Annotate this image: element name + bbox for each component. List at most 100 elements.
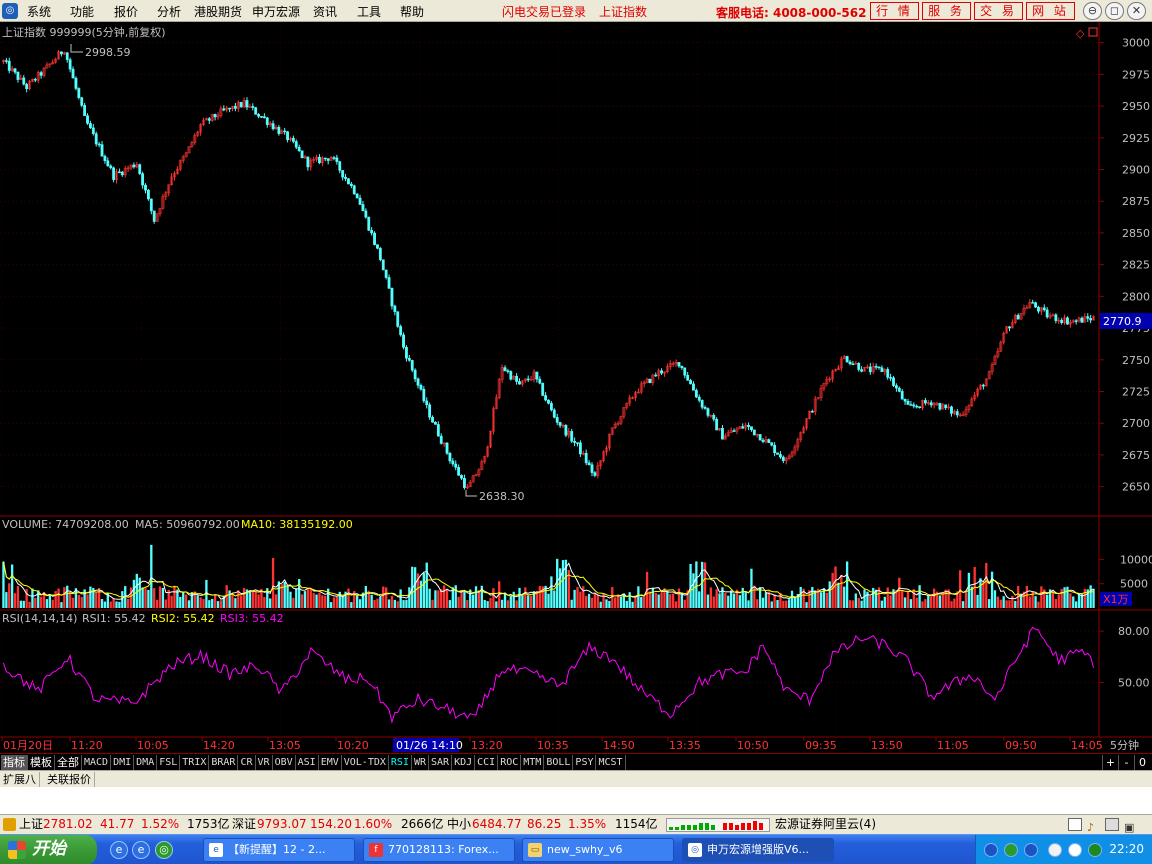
zoom-in-button[interactable]: + bbox=[1102, 755, 1118, 770]
app-logo-icon[interactable]: ◎ bbox=[2, 3, 18, 19]
menu-analysis[interactable]: 分析 bbox=[157, 3, 181, 20]
indicator-tab-kdj[interactable]: KDJ bbox=[452, 755, 476, 770]
volume-bar bbox=[953, 598, 956, 608]
settings-icon[interactable] bbox=[1105, 818, 1119, 831]
website-button[interactable]: 网 站 bbox=[1026, 2, 1075, 20]
ext-tab-8[interactable]: 扩展八 bbox=[0, 772, 40, 787]
candle-body bbox=[120, 171, 124, 176]
menu-quote[interactable]: 报价 bbox=[114, 3, 138, 20]
indicator-tab-rsi[interactable]: RSI bbox=[389, 755, 412, 770]
volume-bar bbox=[979, 578, 982, 608]
indicator-tab-brar[interactable]: BRAR bbox=[209, 755, 239, 770]
indicator-tab-模板[interactable]: 模板 bbox=[28, 755, 55, 770]
candle-body bbox=[326, 158, 330, 161]
indicator-tab-fsl[interactable]: FSL bbox=[157, 755, 181, 770]
volume-bar bbox=[2, 561, 5, 608]
taskbar-btn-reminder[interactable]: e 【新提醒】12 - 2... bbox=[203, 838, 355, 862]
volume-bar bbox=[242, 588, 246, 608]
trade-button[interactable]: 交 易 bbox=[974, 2, 1023, 20]
indicator-tab-vol-tdx[interactable]: VOL-TDX bbox=[342, 755, 389, 770]
volume-bar bbox=[712, 596, 715, 608]
volume-bar bbox=[153, 588, 156, 608]
volume-bar bbox=[848, 600, 852, 608]
indicator-tab-obv[interactable]: OBV bbox=[273, 755, 296, 770]
tray-arrow-icon[interactable] bbox=[1048, 843, 1062, 857]
volume-bar bbox=[785, 600, 788, 608]
volume-bar bbox=[840, 574, 843, 608]
menu-function[interactable]: 功能 bbox=[70, 3, 94, 20]
volume-bar bbox=[1069, 593, 1072, 608]
price-tick-label: 3000 bbox=[1122, 37, 1150, 50]
indicator-tab-cci[interactable]: CCI bbox=[475, 755, 499, 770]
zoom-out-button[interactable]: - bbox=[1118, 755, 1134, 770]
volume-bar bbox=[599, 601, 602, 608]
indicator-tab-cr[interactable]: CR bbox=[238, 755, 256, 770]
taskbar-btn-folder[interactable]: ▭ new_swhy_v6 bbox=[522, 838, 674, 862]
sh-label[interactable]: 上证 bbox=[19, 815, 43, 834]
candle-body bbox=[587, 462, 591, 466]
indicator-tab-roc[interactable]: ROC bbox=[498, 755, 522, 770]
menu-info[interactable]: 资讯 bbox=[313, 3, 337, 20]
indicator-tab-vr[interactable]: VR bbox=[256, 755, 273, 770]
tray-icon-5[interactable] bbox=[1088, 843, 1102, 857]
sound-icon[interactable]: ♪ bbox=[1087, 818, 1101, 834]
menu-hk-futures[interactable]: 港股期货 bbox=[194, 3, 242, 20]
volume-bar bbox=[77, 595, 80, 608]
zx-label[interactable]: 中小 bbox=[447, 815, 471, 834]
indicator-tab-wr[interactable]: WR bbox=[412, 755, 430, 770]
candle-body bbox=[750, 426, 753, 431]
volume-bar bbox=[89, 586, 92, 608]
alert-icon[interactable] bbox=[3, 818, 16, 831]
window-icon[interactable] bbox=[1068, 818, 1082, 831]
candle-body bbox=[141, 173, 145, 186]
volume-bar bbox=[39, 596, 43, 608]
indicator-tab-psy[interactable]: PSY bbox=[573, 755, 597, 770]
volume-bar bbox=[28, 601, 31, 608]
close-icon[interactable]: ✕ bbox=[1127, 2, 1146, 20]
indicator-tab-mtm[interactable]: MTM bbox=[521, 755, 545, 770]
ext-tab-related[interactable]: 关联报价 bbox=[44, 772, 95, 787]
menu-tools[interactable]: 工具 bbox=[357, 3, 381, 20]
nav-square-icon[interactable] bbox=[1088, 27, 1098, 37]
minimize-icon[interactable]: ⊖ bbox=[1083, 2, 1102, 20]
tray-icon-3[interactable] bbox=[1024, 843, 1038, 857]
lock-icon[interactable]: ▣ bbox=[1124, 818, 1138, 834]
tray-icon-1[interactable] bbox=[984, 843, 998, 857]
sz-amount: 2666亿 bbox=[401, 817, 444, 831]
indicator-tab-mcst[interactable]: MCST bbox=[596, 755, 626, 770]
menu-swhy[interactable]: 申万宏源 bbox=[252, 3, 300, 20]
indicator-tab-全部[interactable]: 全部 bbox=[55, 755, 82, 770]
volume-bar bbox=[988, 599, 991, 608]
kline-chart[interactable]: 上证指数 999999(5分钟,前复权) ◇ 3000 2975 2950 2925 2… bbox=[0, 22, 1152, 753]
indicator-tab-指标[interactable]: 指标 bbox=[1, 755, 28, 770]
indicator-tab-macd[interactable]: MACD bbox=[82, 755, 112, 770]
reset-button[interactable]: 0 bbox=[1134, 755, 1150, 770]
volume-bar bbox=[959, 570, 962, 608]
taskbar-btn-forex[interactable]: f 770128113: Forex... bbox=[363, 838, 515, 862]
browser-icon[interactable]: e bbox=[132, 841, 150, 859]
service-button[interactable]: 服 务 bbox=[922, 2, 971, 20]
tray-icon-2[interactable] bbox=[1004, 843, 1018, 857]
indicator-tab-sar[interactable]: SAR bbox=[429, 755, 453, 770]
time-tick-label: 13:05 bbox=[269, 739, 301, 752]
candle-body bbox=[384, 269, 388, 278]
indicator-tab-dmi[interactable]: DMI bbox=[111, 755, 135, 770]
menu-system[interactable]: 系统 bbox=[27, 3, 51, 20]
tray-icon-4[interactable] bbox=[1068, 843, 1082, 857]
indicator-tab-asi[interactable]: ASI bbox=[296, 755, 319, 770]
start-button[interactable]: 开始 bbox=[0, 835, 97, 864]
candle-body bbox=[358, 197, 362, 205]
ie-icon[interactable]: e bbox=[110, 841, 128, 859]
menu-help[interactable]: 帮助 bbox=[400, 3, 424, 20]
indicator-tab-trix[interactable]: TRIX bbox=[180, 755, 210, 770]
chat-icon[interactable]: ◎ bbox=[155, 841, 173, 859]
sz-label[interactable]: 深证 bbox=[232, 815, 256, 834]
indicator-tab-emv[interactable]: EMV bbox=[319, 755, 342, 770]
server-status[interactable]: 宏源证券阿里云(4) bbox=[775, 815, 876, 834]
market-button[interactable]: 行 情 bbox=[870, 2, 919, 20]
maximize-icon[interactable]: ◻ bbox=[1105, 2, 1124, 20]
indicator-tab-dma[interactable]: DMA bbox=[134, 755, 158, 770]
indicator-tab-boll[interactable]: BOLL bbox=[544, 755, 574, 770]
taskbar-btn-swhy[interactable]: ◎ 申万宏源增强版V6... bbox=[682, 838, 834, 862]
candle-body bbox=[547, 399, 550, 404]
